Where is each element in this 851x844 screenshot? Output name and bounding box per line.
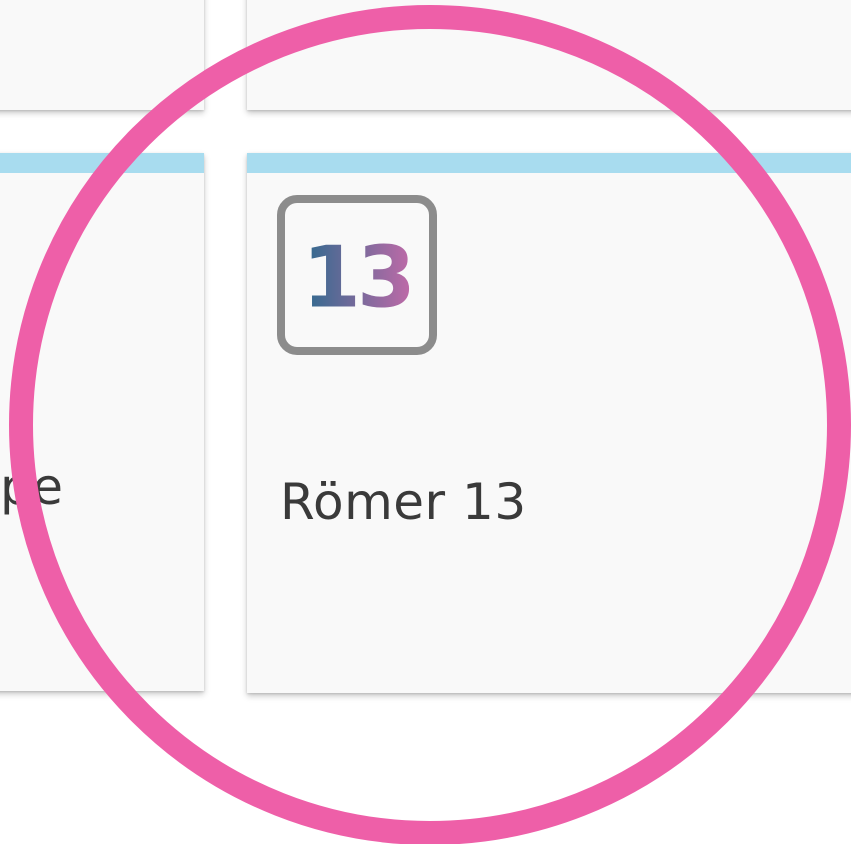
card-roemer-13[interactable]: 13 Römer 13 bbox=[247, 153, 851, 693]
card-accent-bar bbox=[247, 153, 851, 173]
number-13-icon: 13 bbox=[277, 195, 437, 355]
card-top-left[interactable] bbox=[0, 0, 204, 110]
card-label: pe bbox=[0, 458, 64, 516]
card-top-right[interactable] bbox=[247, 0, 851, 110]
number-13-glyph: 13 bbox=[302, 229, 416, 327]
card-label: Römer 13 bbox=[280, 473, 527, 531]
card-accent-bar bbox=[0, 153, 204, 173]
card-bottom-left[interactable]: pe bbox=[0, 153, 204, 691]
icon-number: 13 bbox=[302, 229, 412, 327]
